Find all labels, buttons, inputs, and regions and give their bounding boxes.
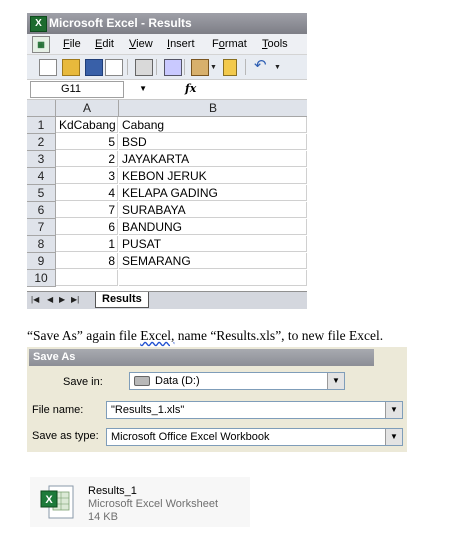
select-all-corner[interactable] xyxy=(27,100,56,117)
file-name-label: File name: xyxy=(32,404,84,416)
permission-icon[interactable] xyxy=(105,59,123,76)
paste-dropdown-icon[interactable]: ▼ xyxy=(210,64,217,71)
cell-b2[interactable]: BSD xyxy=(119,134,307,150)
print-icon[interactable] xyxy=(135,59,153,76)
name-box[interactable]: G11 ▼ xyxy=(30,81,147,98)
cell-a1[interactable]: KdCabang xyxy=(56,117,118,133)
row-header[interactable]: 3 xyxy=(27,151,56,168)
cell-b9[interactable]: SEMARANG xyxy=(119,253,307,269)
save-in-value: Data (D:) xyxy=(155,375,200,387)
save-in-dropdown[interactable]: Data (D:) ▼ xyxy=(129,372,345,390)
file-name: Results_1 xyxy=(88,485,137,497)
save-as-type-value: Microsoft Office Excel Workbook xyxy=(111,431,270,443)
menu-tools[interactable]: Tools xyxy=(262,38,288,50)
row-header[interactable]: 5 xyxy=(27,185,56,202)
cell-b8[interactable]: PUSAT xyxy=(119,236,307,252)
save-as-type-label: Save as type: xyxy=(32,430,99,442)
menu-format[interactable]: Format xyxy=(212,38,247,50)
excel-window-title: Microsoft Excel - Results xyxy=(49,16,192,30)
last-sheet-icon[interactable]: ▶| xyxy=(71,295,79,304)
sheet-tab-bar: |◀ ◀ ▶ ▶| Results xyxy=(27,291,307,309)
first-sheet-icon[interactable]: |◀ xyxy=(31,295,39,304)
file-size: 14 KB xyxy=(88,511,118,523)
menu-file[interactable]: File xyxy=(63,38,81,50)
cell-a10[interactable] xyxy=(56,270,118,286)
standard-toolbar: ▼ ↶ ▼ xyxy=(27,55,307,80)
column-header-a[interactable]: A xyxy=(56,100,119,117)
caption-underlined-word: Excel, xyxy=(140,328,175,343)
cell-a4[interactable]: 3 xyxy=(56,168,118,184)
row-header[interactable]: 6 xyxy=(27,202,56,219)
save-as-title: Save As xyxy=(29,349,374,366)
file-item-results-1[interactable]: X Results_1 Microsoft Excel Worksheet 14… xyxy=(30,477,250,527)
toolbar-separator xyxy=(245,59,246,75)
name-box-dropdown-icon[interactable]: ▼ xyxy=(139,84,147,93)
cell-a5[interactable]: 4 xyxy=(56,185,118,201)
row-header[interactable]: 1 xyxy=(27,117,56,134)
cell-b7[interactable]: BANDUNG xyxy=(119,219,307,235)
menu-bar: ▦ File Edit View Insert Format Tools xyxy=(27,34,307,55)
save-in-label: Save in: xyxy=(63,376,103,388)
undo-dropdown-icon[interactable]: ▼ xyxy=(274,64,281,71)
new-document-icon[interactable] xyxy=(39,59,57,76)
toolbar-separator xyxy=(127,59,128,75)
insert-function-icon[interactable]: fx xyxy=(185,82,196,95)
excel-app-icon: X xyxy=(30,16,47,32)
cell-a3[interactable]: 2 xyxy=(56,151,118,167)
menu-edit[interactable]: Edit xyxy=(95,38,114,50)
instruction-caption: “Save As” again file Excel, name “Result… xyxy=(27,328,383,344)
toolbar-separator xyxy=(156,59,157,75)
workbook-control-icon[interactable]: ▦ xyxy=(32,36,50,53)
cell-b4[interactable]: KEBON JERUK xyxy=(119,168,307,184)
cell-b10[interactable] xyxy=(119,270,307,286)
menu-insert[interactable]: Insert xyxy=(167,38,195,50)
drive-icon xyxy=(134,376,150,387)
chevron-down-icon[interactable]: ▼ xyxy=(385,429,402,445)
prev-sheet-icon[interactable]: ◀ xyxy=(47,295,53,304)
column-header-b[interactable]: B xyxy=(119,100,307,117)
save-icon[interactable] xyxy=(85,59,103,76)
cell-a7[interactable]: 6 xyxy=(56,219,118,235)
row-header[interactable]: 2 xyxy=(27,134,56,151)
row-header[interactable]: 4 xyxy=(27,168,56,185)
file-type: Microsoft Excel Worksheet xyxy=(88,498,219,510)
cell-a9[interactable]: 8 xyxy=(56,253,118,269)
excel-file-icon: X xyxy=(40,485,74,519)
name-box-value: G11 xyxy=(61,83,81,95)
menu-view[interactable]: View xyxy=(129,38,153,50)
save-as-dialog: Save As Save in: Data (D:) ▼ File name: … xyxy=(27,347,407,452)
format-painter-icon[interactable] xyxy=(223,59,237,76)
row-header[interactable]: 9 xyxy=(27,253,56,270)
excel-window: X Microsoft Excel - Results ▦ File Edit … xyxy=(27,13,307,309)
cell-b3[interactable]: JAYAKARTA xyxy=(119,151,307,167)
row-header[interactable]: 10 xyxy=(27,270,56,287)
research-icon[interactable] xyxy=(164,59,182,76)
file-name-value: "Results_1.xls" xyxy=(111,404,185,416)
excel-title-bar[interactable]: X Microsoft Excel - Results xyxy=(27,13,307,34)
cell-a2[interactable]: 5 xyxy=(56,134,118,150)
formula-bar: G11 ▼ fx xyxy=(27,80,307,100)
toolbar-separator xyxy=(184,59,185,75)
cell-a6[interactable]: 7 xyxy=(56,202,118,218)
cell-a8[interactable]: 1 xyxy=(56,236,118,252)
sheet-tab-results[interactable]: Results xyxy=(95,292,149,308)
caption-text: “Save As” again file xyxy=(27,328,141,343)
cell-b5[interactable]: KELAPA GADING xyxy=(119,185,307,201)
next-sheet-icon[interactable]: ▶ xyxy=(59,295,65,304)
row-header[interactable]: 8 xyxy=(27,236,56,253)
file-name-field[interactable]: "Results_1.xls" ▼ xyxy=(106,401,403,419)
undo-icon[interactable]: ↶ xyxy=(254,58,270,73)
svg-text:X: X xyxy=(45,494,53,506)
open-folder-icon[interactable] xyxy=(62,59,80,76)
paste-icon[interactable] xyxy=(191,59,209,76)
caption-text-end: name “Results.xls”, to new file Excel. xyxy=(174,328,384,343)
cell-b6[interactable]: SURABAYA xyxy=(119,202,307,218)
cell-b1[interactable]: Cabang xyxy=(119,117,307,133)
row-header[interactable]: 7 xyxy=(27,219,56,236)
chevron-down-icon[interactable]: ▼ xyxy=(385,402,402,418)
chevron-down-icon[interactable]: ▼ xyxy=(327,373,344,389)
save-as-type-dropdown[interactable]: Microsoft Office Excel Workbook ▼ xyxy=(106,428,403,446)
